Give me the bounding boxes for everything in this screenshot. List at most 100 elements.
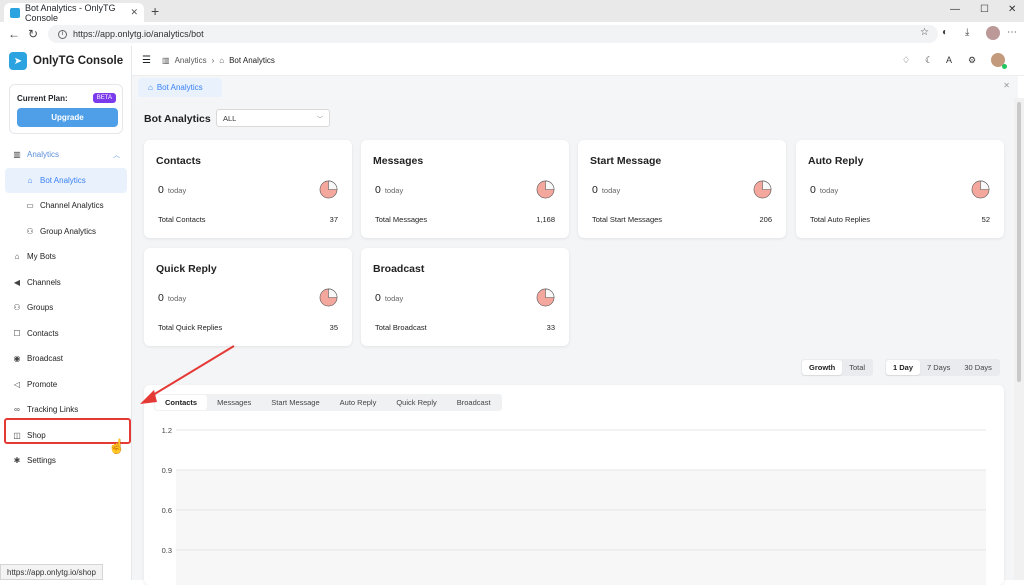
download-icon[interactable]: ⤓	[965, 27, 969, 38]
chart-icon: ▥	[13, 150, 21, 160]
promote-icon: ◁	[13, 379, 21, 389]
chart-tab-broadcast[interactable]: Broadcast	[447, 395, 501, 410]
extensions-icon[interactable]: ◐	[942, 27, 948, 38]
site-info-icon[interactable]: i	[58, 29, 67, 39]
pie-chart-icon	[319, 288, 338, 307]
y-tick-label: 0.9	[162, 466, 172, 475]
browser-tab[interactable]: Bot Analytics - OnlyTG Console ✕	[4, 3, 144, 23]
url-text: https://app.onlytg.io/analytics/bot	[73, 29, 204, 39]
today-label: today	[167, 294, 187, 303]
y-tick-label: 1.2	[162, 426, 172, 435]
breadcrumb-current: Bot Analytics	[229, 56, 275, 65]
red-arrow-annotation	[140, 345, 235, 404]
moon-icon[interactable]: ☾	[925, 55, 933, 66]
close-icon[interactable]: ✕	[1003, 81, 1010, 90]
page-tabs-bar: ⌂ Bot Analytics ✕	[132, 76, 1018, 98]
sidebar-item-contacts[interactable]: ☐ Contacts	[0, 321, 132, 347]
sidebar-item-channel-analytics[interactable]: ▭ Channel Analytics	[0, 193, 132, 219]
chart-tab-quick-reply[interactable]: Quick Reply	[386, 395, 446, 410]
today-label: today	[167, 186, 187, 195]
sidebar-item-group-analytics[interactable]: ⚇ Group Analytics	[0, 219, 132, 245]
sidebar-item-label: Settings	[27, 456, 56, 466]
card-total-value: 35	[329, 323, 338, 332]
today-label: today	[384, 186, 404, 195]
upgrade-button[interactable]: Upgrade	[17, 108, 118, 127]
card-today: 0 today	[375, 184, 403, 196]
new-tab-icon[interactable]: +	[151, 3, 159, 19]
today-label: today	[384, 294, 404, 303]
bot-filter-select[interactable]: ALL ﹀	[216, 109, 330, 127]
browser-profile-avatar[interactable]	[986, 26, 1000, 40]
card-title: Broadcast	[373, 263, 425, 275]
broadcast-icon: ◉	[13, 354, 21, 364]
bot-icon: ⌂	[14, 252, 20, 262]
card-total-label: Total Auto Replies	[810, 215, 871, 224]
card-total-value: 33	[546, 323, 555, 332]
breadcrumb-parent[interactable]: Analytics	[175, 56, 207, 65]
card-total-value: 52	[981, 215, 990, 224]
minimize-icon[interactable]: —	[950, 4, 960, 15]
chart-icon: ▥	[162, 56, 170, 65]
sidebar-item-my-bots[interactable]: ⌂ My Bots	[0, 244, 132, 270]
sidebar-item-broadcast[interactable]: ◉ Broadcast	[0, 346, 132, 372]
menu-icon[interactable]: ☰	[142, 55, 151, 66]
plot-area	[176, 470, 986, 585]
brand-logo[interactable]: ➤ OnlyTG Console	[9, 52, 123, 70]
close-tab-icon[interactable]: ✕	[130, 7, 138, 18]
plan-card: Current Plan: BETA Upgrade	[9, 84, 123, 134]
sidebar-item-label: Analytics	[27, 150, 60, 160]
chart-tab-start-message[interactable]: Start Message	[261, 395, 329, 410]
sidebar-item-groups[interactable]: ⚇ Groups	[0, 295, 132, 321]
stat-card-broadcast: Broadcast 0 today Total Broadcast 33	[361, 248, 569, 346]
page-tab-label: Bot Analytics	[156, 83, 203, 92]
translate-icon[interactable]: A	[946, 55, 952, 65]
today-value: 0	[375, 184, 381, 196]
reload-icon[interactable]: ↻	[28, 27, 38, 41]
chart-card: Contacts Messages Start Message Auto Rep…	[144, 385, 1004, 585]
today-value: 0	[375, 292, 381, 304]
chart-tab-auto-reply[interactable]: Auto Reply	[330, 395, 387, 410]
card-title: Contacts	[156, 155, 201, 167]
app-header: ☰ ▥ Analytics › ⌂ Bot Analytics ♢ ☾ A ⚙	[132, 46, 1024, 76]
toggle-growth[interactable]: Growth	[802, 360, 843, 375]
back-icon[interactable]: ←	[8, 27, 20, 41]
toggle-7-days[interactable]: 7 Days	[920, 360, 957, 375]
browser-tabstrip: Bot Analytics - OnlyTG Console ✕ + — ☐ ✕	[0, 0, 1024, 23]
today-value: 0	[810, 184, 816, 196]
address-bar[interactable]: i https://app.onlytg.io/analytics/bot	[48, 25, 938, 43]
page-title: Bot Analytics	[144, 113, 211, 125]
sidebar-item-promote[interactable]: ◁ Promote	[0, 372, 132, 398]
favorite-star-icon[interactable]: ☆	[920, 27, 929, 38]
bell-icon[interactable]: ♢	[902, 55, 910, 66]
sidebar-item-bot-analytics[interactable]: ⌂ Bot Analytics	[5, 167, 127, 193]
today-value: 0	[592, 184, 598, 196]
group-icon: ⚇	[13, 303, 21, 313]
line-chart: 1.2 0.9 0.6 0.3	[162, 426, 986, 585]
sidebar-item-analytics[interactable]: ▥ Analytics ︿	[0, 142, 132, 168]
mode-toggle: Growth Total	[801, 359, 874, 376]
toggle-total[interactable]: Total	[842, 360, 872, 375]
toggle-30-days[interactable]: 30 Days	[957, 360, 999, 375]
card-total-label: Total Start Messages	[592, 215, 663, 224]
today-value: 0	[158, 184, 164, 196]
chevron-up-icon: ︿	[113, 151, 120, 159]
link-icon: ∞	[14, 405, 20, 415]
scrollbar-thumb[interactable]	[1017, 102, 1021, 382]
sidebar-item-channels[interactable]: ◀ Channels	[0, 270, 132, 296]
toggle-1-day[interactable]: 1 Day	[886, 360, 921, 375]
more-menu-icon[interactable]: ⋯	[1007, 27, 1017, 38]
maximize-icon[interactable]: ☐	[980, 4, 989, 15]
sidebar: ➤ OnlyTG Console Current Plan: BETA Upgr…	[0, 46, 132, 580]
stat-card-quick-reply: Quick Reply 0 today Total Quick Replies 3…	[144, 248, 352, 346]
stat-card-start-message: Start Message 0 today Total Start Message…	[578, 140, 786, 238]
range-toggle: 1 Day 7 Days 30 Days	[885, 359, 1000, 376]
settings-icon[interactable]: ⚙	[968, 55, 976, 66]
tab-bot-analytics[interactable]: ⌂ Bot Analytics	[138, 78, 222, 97]
card-total-label: Total Quick Replies	[158, 323, 223, 332]
sidebar-item-label: Bot Analytics	[40, 175, 86, 185]
card-today: 0 today	[592, 184, 620, 196]
main-content: Bot Analytics ALL ﹀ Contacts 0 today Tota…	[132, 98, 1014, 585]
window-close-icon[interactable]: ✕	[1008, 4, 1016, 15]
pie-chart-icon	[536, 288, 555, 307]
page-scrollbar[interactable]	[1014, 98, 1024, 580]
